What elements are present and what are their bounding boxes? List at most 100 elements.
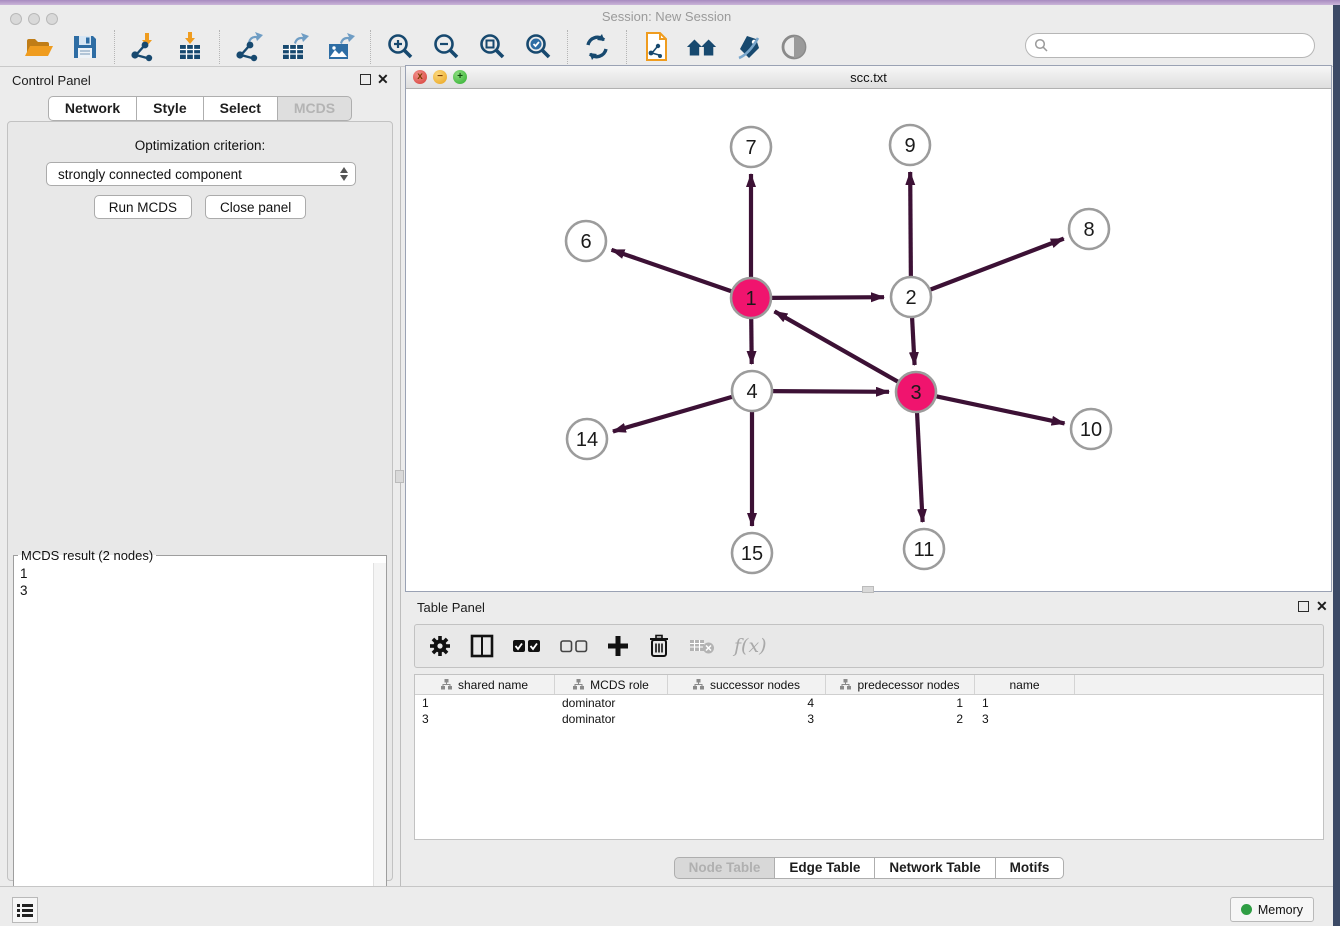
window-title: Session: New Session <box>0 9 1333 24</box>
horizontal-splitter-handle[interactable] <box>862 586 874 593</box>
save-icon[interactable] <box>69 31 101 63</box>
column-header-name[interactable]: name <box>975 675 1075 694</box>
memory-label: Memory <box>1258 903 1303 917</box>
graph-edge-2-3[interactable] <box>912 317 915 365</box>
refresh-layout-icon[interactable] <box>581 31 613 63</box>
network-view-window: x − + scc.txt 7968124314101511 <box>405 65 1332 592</box>
search-box[interactable] <box>1025 33 1315 58</box>
graph-edge-1-2[interactable] <box>771 297 884 298</box>
delete-table-icon[interactable] <box>689 637 715 655</box>
tab-network[interactable]: Network <box>48 96 137 121</box>
function-builder-icon[interactable]: f(x) <box>734 635 767 657</box>
cell-successor-nodes[interactable]: 3 <box>668 711 826 727</box>
column-label: predecessor nodes <box>857 678 959 692</box>
graph-edge-4-14[interactable] <box>613 397 733 432</box>
birds-eye-icon[interactable] <box>778 31 810 63</box>
close-panel-icon[interactable]: ✕ <box>377 71 389 87</box>
graph-node-label-1: 1 <box>745 288 756 310</box>
cell-shared-name[interactable]: 1 <box>415 695 555 711</box>
export-network-icon[interactable] <box>233 31 265 63</box>
zoom-in-icon[interactable] <box>384 31 416 63</box>
hierarchy-icon <box>840 679 851 690</box>
cell-name[interactable]: 3 <box>975 711 1075 727</box>
column-header-shared-name[interactable]: shared name <box>415 675 555 694</box>
cell-predecessor-nodes[interactable]: 1 <box>826 695 975 711</box>
network-from-file-icon[interactable] <box>640 31 672 63</box>
graph-edge-3-11[interactable] <box>917 412 923 522</box>
tab-select[interactable]: Select <box>204 96 278 121</box>
hide-labels-icon[interactable] <box>732 31 764 63</box>
import-table-icon[interactable] <box>174 31 206 63</box>
network-window-titlebar[interactable]: x − + scc.txt <box>406 66 1331 89</box>
cell-mcds-role[interactable]: dominator <box>555 711 668 727</box>
import-network-icon[interactable] <box>128 31 160 63</box>
table-row-1[interactable]: 1dominator411 <box>415 695 1323 711</box>
tab-motifs[interactable]: Motifs <box>996 857 1065 879</box>
column-header-mcds-role[interactable]: MCDS role <box>555 675 668 694</box>
zoom-out-icon[interactable] <box>430 31 462 63</box>
gear-icon[interactable] <box>429 635 451 657</box>
task-history-button[interactable] <box>12 897 38 923</box>
graph-edge-3-10[interactable] <box>936 396 1065 423</box>
export-image-icon[interactable] <box>325 31 357 63</box>
mcds-result-box: MCDS result (2 nodes) 1 3 <box>13 548 387 926</box>
tab-style[interactable]: Style <box>137 96 203 121</box>
network-canvas[interactable]: 7968124314101511 <box>406 89 1331 591</box>
deselect-all-checkboxes-icon[interactable] <box>560 639 588 653</box>
criterion-select[interactable]: strongly connected component <box>46 162 356 186</box>
status-bar: Memory <box>0 886 1333 926</box>
select-stepper-icon <box>340 167 348 181</box>
table-row-2[interactable]: 3dominator323 <box>415 711 1323 727</box>
run-mcds-button[interactable]: Run MCDS <box>94 195 192 219</box>
table-close-icon[interactable]: ✕ <box>1316 598 1328 614</box>
memory-status-icon <box>1241 904 1252 915</box>
graph-edge-1-6[interactable] <box>612 250 733 292</box>
delete-icon[interactable] <box>648 634 670 658</box>
column-label: shared name <box>458 678 528 692</box>
column-header-predecessor-nodes[interactable]: predecessor nodes <box>826 675 975 694</box>
open-folder-icon[interactable] <box>23 31 55 63</box>
add-column-icon[interactable] <box>607 635 629 657</box>
tab-edge-table[interactable]: Edge Table <box>775 857 875 879</box>
result-scrollbar[interactable] <box>373 563 386 926</box>
tab-network-table[interactable]: Network Table <box>875 857 995 879</box>
application-window: Session: New Session <box>0 0 1340 926</box>
list-icon <box>17 903 33 917</box>
zoom-selected-icon[interactable] <box>522 31 554 63</box>
cell-successor-nodes[interactable]: 4 <box>668 695 826 711</box>
column-header-successor-nodes[interactable]: successor nodes <box>668 675 826 694</box>
float-panel-icon[interactable] <box>360 74 371 85</box>
cell-mcds-role[interactable]: dominator <box>555 695 668 711</box>
table-tabs: Node TableEdge TableNetwork TableMotifs <box>405 857 1333 879</box>
control-panel-title: Control Panel <box>12 73 91 88</box>
graph-node-label-9: 9 <box>904 135 915 157</box>
zoom-fit-icon[interactable] <box>476 31 508 63</box>
network-graph[interactable]: 7968124314101511 <box>406 89 1331 591</box>
cell-predecessor-nodes[interactable]: 2 <box>826 711 975 727</box>
tab-mcds[interactable]: MCDS <box>278 96 352 121</box>
column-label: name <box>1009 678 1039 692</box>
export-table-icon[interactable] <box>279 31 311 63</box>
search-icon <box>1034 38 1049 53</box>
mcds-result-text: 1 3 <box>20 565 28 599</box>
column-layout-icon[interactable] <box>470 634 494 658</box>
search-input[interactable] <box>1049 37 1314 54</box>
vertical-splitter-handle[interactable] <box>395 470 404 483</box>
table-panel-title: Table Panel <box>417 600 485 615</box>
table-header-row: shared name MCDS rolesuccessor nodes prede… <box>415 675 1323 695</box>
graph-node-label-10: 10 <box>1080 419 1102 441</box>
graph-edge-2-8[interactable] <box>930 239 1064 290</box>
graph-edge-2-9[interactable] <box>910 172 911 277</box>
table-float-icon[interactable] <box>1298 601 1309 612</box>
select-all-checkboxes-icon[interactable] <box>513 639 541 653</box>
close-panel-button[interactable]: Close panel <box>205 195 306 219</box>
memory-button[interactable]: Memory <box>1230 897 1314 922</box>
window-titlebar: Session: New Session <box>0 5 1333 28</box>
cell-name[interactable]: 1 <box>975 695 1075 711</box>
graph-edge-4-3[interactable] <box>772 391 889 392</box>
cell-shared-name[interactable]: 3 <box>415 711 555 727</box>
node-table[interactable]: shared name MCDS rolesuccessor nodes prede… <box>414 674 1324 840</box>
show-panels-icon[interactable] <box>686 31 718 63</box>
graph-edge-3-1[interactable] <box>774 311 898 382</box>
tab-node-table[interactable]: Node Table <box>674 857 776 879</box>
